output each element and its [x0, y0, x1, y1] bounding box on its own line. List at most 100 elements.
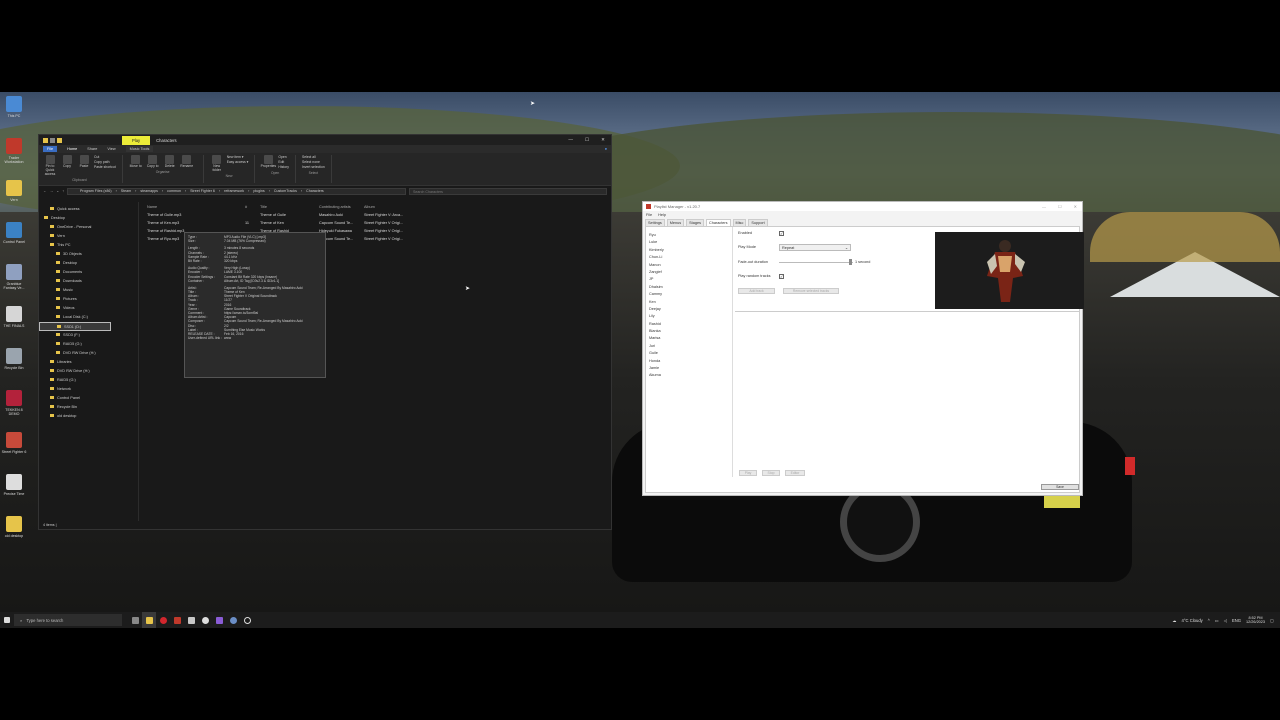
- opera-icon[interactable]: [156, 612, 170, 628]
- character-item[interactable]: Jamie: [649, 365, 732, 372]
- stop-button[interactable]: Stop: [762, 470, 780, 476]
- file-explorer-taskbar-icon[interactable]: [142, 612, 156, 628]
- nav-item[interactable]: Network: [39, 385, 138, 394]
- desktop-icon[interactable]: Granblue Fantasy Ve...: [1, 264, 27, 290]
- random-checkbox[interactable]: ✓: [779, 274, 784, 279]
- ribbon-button[interactable]: Copy: [60, 155, 74, 176]
- ribbon-button[interactable]: Rename: [180, 155, 194, 168]
- tab-view[interactable]: View: [107, 147, 115, 151]
- menu-help[interactable]: Help: [658, 213, 666, 217]
- tab-settings[interactable]: Settings: [645, 219, 665, 226]
- nav-item[interactable]: RAID5 (G:): [39, 340, 138, 349]
- character-item[interactable]: Juri: [649, 343, 732, 350]
- maximize-button[interactable]: ☐: [585, 137, 589, 143]
- tab-misc[interactable]: Misc: [732, 219, 747, 226]
- nav-item[interactable]: Desktop: [39, 259, 138, 268]
- notification-icon[interactable]: ▢: [1270, 618, 1274, 623]
- column-track[interactable]: #: [245, 205, 260, 209]
- start-button[interactable]: [0, 612, 14, 628]
- nav-item[interactable]: old desktop: [39, 412, 138, 421]
- steam-icon[interactable]: [184, 612, 198, 628]
- menu-file[interactable]: File: [646, 213, 652, 217]
- ribbon-small-button[interactable]: Copy path: [94, 160, 116, 164]
- nav-item[interactable]: Vern: [39, 232, 138, 241]
- add-track-button[interactable]: Add track: [738, 288, 775, 294]
- breadcrumb-item[interactable]: reframework: [224, 189, 244, 193]
- nav-item[interactable]: Documents: [39, 268, 138, 277]
- column-album[interactable]: Album: [364, 205, 424, 209]
- breadcrumb-item[interactable]: Street Fighter 6: [190, 189, 215, 193]
- column-title[interactable]: Title: [260, 205, 319, 209]
- tab-file[interactable]: File: [43, 146, 58, 152]
- ribbon-button[interactable]: Pin to Quick access: [43, 155, 57, 176]
- play-button[interactable]: Play: [739, 470, 757, 476]
- clock[interactable]: 8:52 PM 12/26/2023: [1246, 616, 1265, 625]
- desktop-icon[interactable]: Control Panel: [1, 222, 27, 244]
- character-item[interactable]: Rashid: [649, 321, 732, 328]
- taskbar-search[interactable]: ⌕ Type here to search: [14, 614, 122, 626]
- nav-item[interactable]: Videos: [39, 304, 138, 313]
- nav-item[interactable]: Desktop: [39, 214, 138, 223]
- desktop-icon[interactable]: Vern: [1, 180, 27, 202]
- character-item[interactable]: Dhalsim: [649, 284, 732, 291]
- nav-item[interactable]: Control Panel: [39, 394, 138, 403]
- up-icon[interactable]: ↑: [62, 189, 64, 193]
- character-item[interactable]: JP: [649, 276, 732, 283]
- app-icon-blue[interactable]: [226, 612, 240, 628]
- nav-item[interactable]: Pictures: [39, 295, 138, 304]
- desktop-icon[interactable]: THE FINALS: [1, 306, 27, 328]
- character-item[interactable]: Cammy: [649, 291, 732, 298]
- close-button[interactable]: ✕: [601, 137, 605, 143]
- desktop-icon[interactable]: Trader Workstation: [1, 138, 27, 164]
- character-item[interactable]: Akuma: [649, 372, 732, 379]
- enabled-checkbox[interactable]: ✓: [779, 231, 784, 236]
- ribbon-small-button[interactable]: Cut: [94, 155, 116, 159]
- minimize-button[interactable]: —: [1042, 204, 1046, 209]
- ribbon-button[interactable]: Move to: [129, 155, 143, 168]
- fade-slider-thumb[interactable]: [849, 259, 853, 265]
- playlist-manager-window[interactable]: Playlist Manager - v1.20.7 — ☐ ✕ File He…: [642, 201, 1084, 496]
- nav-item[interactable]: 3D Objects: [39, 250, 138, 259]
- ribbon-small-button[interactable]: Select none: [302, 160, 325, 164]
- ribbon-small-button[interactable]: New item ▾: [227, 155, 249, 159]
- breadcrumb-item[interactable]: Characters: [306, 189, 324, 193]
- chevron-up-icon[interactable]: ^: [1208, 618, 1210, 623]
- task-view-icon[interactable]: [128, 612, 142, 628]
- ribbon-small-button[interactable]: Edit: [278, 160, 289, 164]
- character-item[interactable]: Blanka: [649, 328, 732, 335]
- clock-icon[interactable]: [240, 612, 254, 628]
- editor-button[interactable]: Editor: [785, 470, 805, 476]
- breadcrumb-item[interactable]: CustomTracks: [274, 189, 297, 193]
- character-item[interactable]: Guile: [649, 350, 732, 357]
- save-button[interactable]: Save: [1041, 484, 1079, 490]
- ribbon-button[interactable]: Delete: [163, 155, 177, 168]
- quick-access-toolbar[interactable]: [39, 137, 62, 143]
- column-artists[interactable]: Contributing artists: [319, 205, 364, 209]
- character-item[interactable]: Lily: [649, 313, 732, 320]
- nav-item[interactable]: Quick access: [39, 205, 138, 214]
- ribbon-button[interactable]: Copy to: [146, 155, 160, 168]
- breadcrumb-item[interactable]: steamapps: [140, 189, 158, 193]
- nav-item[interactable]: OneDrive - Personal: [39, 223, 138, 232]
- tab-home[interactable]: Home: [67, 147, 77, 151]
- recent-icon[interactable]: ⌄: [56, 189, 59, 193]
- tab-characters[interactable]: Characters: [705, 219, 731, 226]
- volume-icon[interactable]: ◁: [1224, 618, 1227, 623]
- nav-item[interactable]: DVD RW Drive (H:): [39, 367, 138, 376]
- character-item[interactable]: Honda: [649, 358, 732, 365]
- visual-studio-icon[interactable]: [212, 612, 226, 628]
- nav-item[interactable]: RAID5 (G:): [39, 376, 138, 385]
- remove-tracks-button[interactable]: Remove selected tracks: [783, 288, 839, 294]
- play-mode-select[interactable]: Repeat ⌄: [779, 244, 851, 251]
- character-item[interactable]: Luke: [649, 239, 732, 246]
- fade-slider-track[interactable]: [779, 262, 853, 263]
- character-list[interactable]: Ryu Luke Kimberly Chun-Li Manon Zangief JP Dhal…: [646, 227, 733, 477]
- tab-menus[interactable]: Menus: [666, 219, 685, 226]
- desktop-icon[interactable]: This PC: [1, 96, 27, 118]
- character-item[interactable]: Chun-Li: [649, 254, 732, 261]
- nav-item[interactable]: Downloads: [39, 277, 138, 286]
- breadcrumb-item[interactable]: common: [167, 189, 181, 193]
- desktop-icon[interactable]: TEKKEN 8 DEMO: [1, 390, 27, 416]
- nav-item[interactable]: DVD RW Drive (H:): [39, 349, 138, 358]
- breadcrumb-item[interactable]: Program Files (x86): [80, 189, 112, 193]
